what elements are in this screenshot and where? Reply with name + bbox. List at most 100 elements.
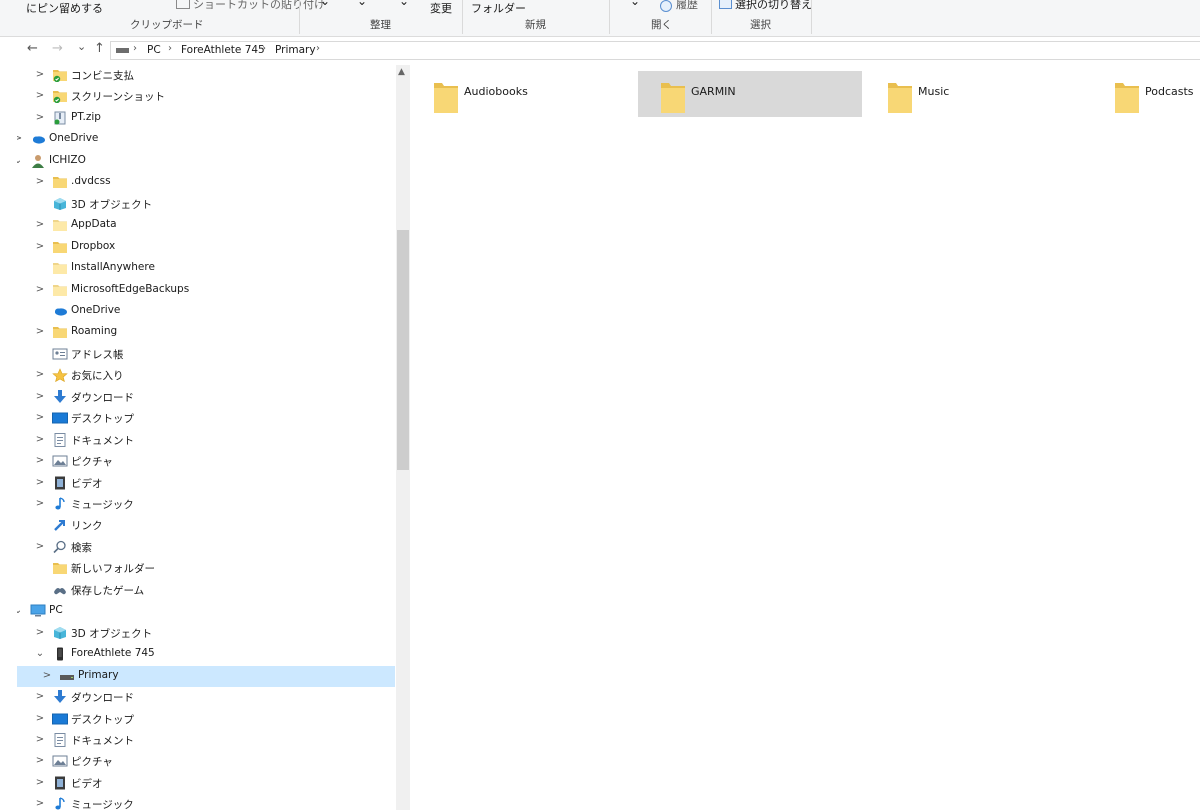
tree-item-label: ドキュメント xyxy=(71,434,134,447)
new-folder-button[interactable]: フォルダー xyxy=(471,0,526,16)
chevron-right-icon[interactable]: > xyxy=(35,541,45,553)
properties-dropdown-icon[interactable]: ⌄ xyxy=(630,0,640,8)
tree-item-label: アドレス帳 xyxy=(71,348,124,361)
tree-item-label: デスクトップ xyxy=(71,713,134,726)
address-field[interactable]: › PC › ForeAthlete 745 › Primary › xyxy=(110,41,1200,60)
tree-item[interactable]: > Roaming xyxy=(17,322,395,343)
forward-button[interactable]: → xyxy=(52,42,63,56)
chevron-right-icon[interactable]: > xyxy=(35,713,45,725)
tree-item[interactable]: > PT.zip xyxy=(17,108,395,129)
tree-item[interactable]: > Primary xyxy=(17,665,395,687)
tree-item[interactable]: > ドキュメント xyxy=(17,430,395,451)
chevron-right-icon[interactable]: > xyxy=(35,241,45,253)
chevron-right-icon[interactable]: > xyxy=(35,627,45,639)
navigation-pane: > コンビニ支払 > スクリーンショット > PT.zip > OneDrive ⌄ ICHIZO… xyxy=(17,65,395,810)
chevron-right-icon[interactable]: > xyxy=(35,112,45,124)
tree-item-label: Dropbox xyxy=(71,239,116,252)
download-icon xyxy=(52,389,68,404)
chevron-down-icon[interactable]: ⌄ xyxy=(35,648,45,660)
chevron-right-icon[interactable]: > xyxy=(35,777,45,789)
tree-item[interactable]: 3D オブジェクト xyxy=(17,194,395,215)
tree-item[interactable]: > .dvdcss xyxy=(17,172,395,193)
breadcrumb-pc[interactable]: PC xyxy=(147,44,161,56)
ribbon-separator xyxy=(462,0,463,34)
chevron-right-icon[interactable]: > xyxy=(35,498,45,510)
paste-shortcut-button[interactable]: ショートカットの貼り付け xyxy=(193,0,325,12)
chevron-right-icon[interactable]: > xyxy=(17,133,23,145)
chevron-right-icon[interactable]: > xyxy=(42,670,52,682)
tree-item[interactable]: > コンビニ支払 xyxy=(17,65,395,86)
tree-item[interactable]: ⌄ ForeAthlete 745 xyxy=(17,644,395,665)
chevron-right-icon[interactable]: > xyxy=(35,734,45,746)
tree-item-label: Roaming xyxy=(71,325,118,338)
copy-to-dropdown-icon[interactable]: ⌄ xyxy=(357,0,367,8)
chevron-right-icon[interactable]: > xyxy=(35,69,45,81)
folder-tile[interactable]: Audiobooks xyxy=(411,71,635,117)
navigation-scrollbar[interactable]: ▲ xyxy=(396,65,410,810)
tree-item[interactable]: > デスクトップ xyxy=(17,709,395,730)
breadcrumb-foreathlete[interactable]: ForeAthlete 745 xyxy=(181,44,265,56)
chevron-right-icon[interactable]: > xyxy=(35,455,45,467)
chevron-down-icon[interactable]: ⌄ xyxy=(17,605,23,617)
tree-item[interactable]: リンク xyxy=(17,515,395,536)
back-button[interactable]: ← xyxy=(27,42,38,56)
tree-item[interactable]: > OneDrive xyxy=(17,129,395,150)
folder-tile[interactable]: Music xyxy=(865,71,1089,117)
tree-item[interactable]: アドレス帳 xyxy=(17,344,395,365)
tree-item[interactable]: > スクリーンショット xyxy=(17,86,395,107)
recent-locations-button[interactable]: ⌄ xyxy=(77,40,86,54)
scrollbar-thumb[interactable] xyxy=(397,230,409,470)
chevron-right-icon[interactable]: > xyxy=(35,284,45,296)
chevron-right-icon[interactable]: > xyxy=(35,434,45,446)
chevron-right-icon[interactable]: > xyxy=(35,412,45,424)
tree-item[interactable]: 保存したゲーム xyxy=(17,580,395,601)
up-button[interactable]: ↑ xyxy=(94,42,105,56)
tree-item[interactable]: > ビデオ xyxy=(17,773,395,794)
chevron-right-icon[interactable]: > xyxy=(35,477,45,489)
tree-item[interactable]: > AppData xyxy=(17,215,395,236)
tree-item[interactable]: > ピクチャ xyxy=(17,451,395,472)
breadcrumb-primary[interactable]: Primary xyxy=(275,44,316,56)
rename-button[interactable]: 変更 xyxy=(430,0,452,16)
tree-item[interactable]: >3D オブジェクト xyxy=(17,623,395,644)
tree-item[interactable]: > ダウンロード xyxy=(17,687,395,708)
tree-item[interactable]: > ビデオ xyxy=(17,473,395,494)
tree-item[interactable]: > ミュージック xyxy=(17,494,395,515)
delete-dropdown-icon[interactable]: ⌄ xyxy=(399,0,409,8)
tree-item-label: ICHIZO xyxy=(49,153,86,166)
folder-tile[interactable]: Podcasts xyxy=(1092,71,1200,117)
tree-item[interactable]: 新しいフォルダー xyxy=(17,558,395,579)
tree-item[interactable]: InstallAnywhere xyxy=(17,258,395,279)
tree-item[interactable]: > ピクチャ xyxy=(17,751,395,772)
tree-item[interactable]: OneDrive xyxy=(17,301,395,322)
pin-to-quick-access-button[interactable]: にピン留めする xyxy=(26,0,103,16)
document-icon xyxy=(52,732,68,747)
tree-item[interactable]: > お気に入り xyxy=(17,365,395,386)
tree-item[interactable]: ⌄ PC xyxy=(17,601,395,622)
tree-item[interactable]: > ミュージック xyxy=(17,794,395,810)
chevron-right-icon[interactable]: > xyxy=(35,755,45,767)
chevron-right-icon[interactable]: > xyxy=(35,391,45,403)
tree-item[interactable]: ⌄ ICHIZO xyxy=(17,151,395,172)
chevron-right-icon[interactable]: > xyxy=(35,369,45,381)
chevron-right-icon[interactable]: > xyxy=(35,798,45,810)
history-button[interactable]: 履歴 xyxy=(676,0,698,12)
chevron-right-icon[interactable]: > xyxy=(35,691,45,703)
tree-item[interactable]: > MicrosoftEdgeBackups xyxy=(17,280,395,301)
folder-name: Audiobooks xyxy=(464,85,528,98)
chevron-down-icon[interactable]: ⌄ xyxy=(17,155,23,167)
tree-item[interactable]: > ダウンロード xyxy=(17,387,395,408)
tree-item[interactable]: > デスクトップ xyxy=(17,408,395,429)
tree-item-label: Primary xyxy=(78,668,119,681)
scroll-up-icon[interactable]: ▲ xyxy=(398,67,405,77)
chevron-right-icon[interactable]: > xyxy=(35,90,45,102)
tree-item[interactable]: > Dropbox xyxy=(17,237,395,258)
chevron-right-icon[interactable]: > xyxy=(35,219,45,231)
chevron-right-icon[interactable]: > xyxy=(35,176,45,188)
move-to-dropdown-icon[interactable]: ⌄ xyxy=(320,0,330,8)
chevron-right-icon[interactable]: > xyxy=(35,326,45,338)
tree-item[interactable]: > 検索 xyxy=(17,537,395,558)
folder-tile[interactable]: GARMIN xyxy=(638,71,862,117)
tree-item[interactable]: > ドキュメント xyxy=(17,730,395,751)
invert-selection-button[interactable]: 選択の切り替え xyxy=(735,0,812,12)
